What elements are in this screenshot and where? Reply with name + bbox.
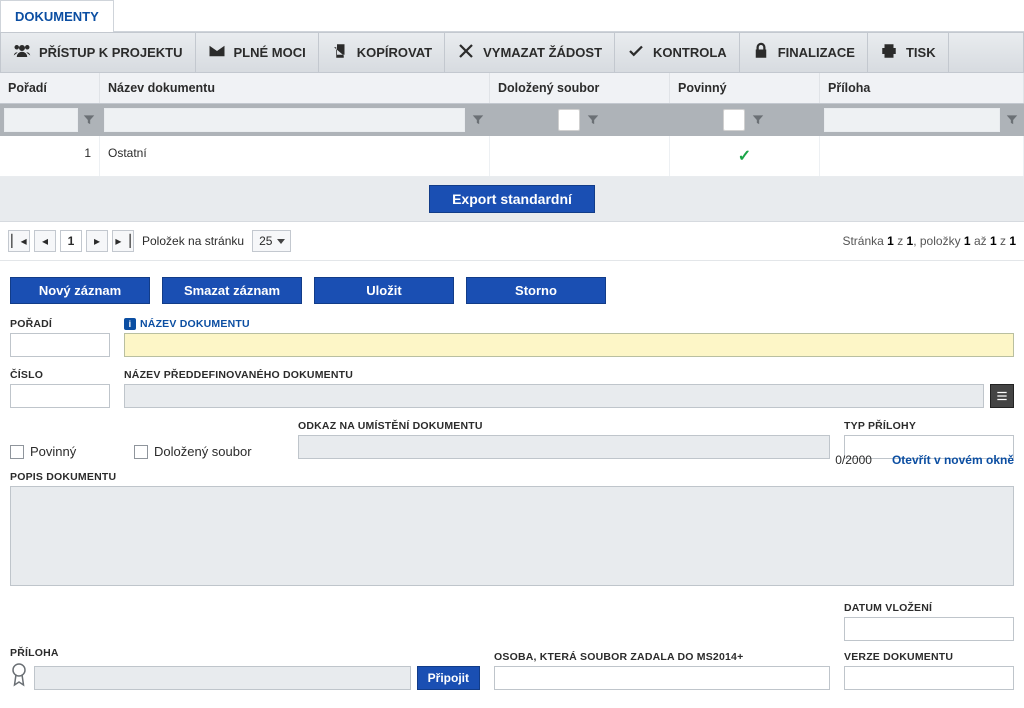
- label-popis: POPIS DOKUMENTU: [10, 471, 1014, 483]
- pager-next[interactable]: ▸: [86, 230, 108, 252]
- pager-last[interactable]: ▸▕: [112, 230, 134, 252]
- close-icon: [457, 42, 475, 63]
- lookup-button[interactable]: [990, 384, 1014, 408]
- pager-first[interactable]: ▏◂: [8, 230, 30, 252]
- col-header-nazev[interactable]: Název dokumentu: [100, 73, 490, 103]
- col-header-povinny[interactable]: Povinný: [670, 73, 820, 103]
- pager-summary: Stránka 1 z 1, položky 1 až 1 z 1: [842, 234, 1016, 248]
- input-odkaz[interactable]: [298, 435, 830, 459]
- filter-poradi[interactable]: [4, 108, 78, 132]
- label-verze: VERZE DOKUMENTU: [844, 651, 1014, 663]
- label-osoba: OSOBA, KTERÁ SOUBOR ZADALA DO MS2014+: [494, 651, 830, 663]
- check-icon: [627, 42, 645, 63]
- save-button[interactable]: Uložit: [314, 277, 454, 304]
- pager-page[interactable]: 1: [60, 230, 82, 252]
- pager: ▏◂ ◂ 1 ▸ ▸▕ Položek na stránku 25 Stránk…: [0, 222, 1024, 261]
- open-new-window-link[interactable]: Otevřít v novém okně: [892, 453, 1014, 467]
- input-priloha-file: [34, 666, 411, 690]
- toolbar-poa[interactable]: PLNÉ MOCI: [196, 33, 319, 72]
- table-row[interactable]: 1 Ostatní ✓: [0, 136, 1024, 177]
- per-page-label: Položek na stránku: [142, 234, 244, 248]
- col-header-priloha[interactable]: Příloha: [820, 73, 1024, 103]
- filter-icon[interactable]: [584, 108, 602, 132]
- filter-dolozeny-checkbox[interactable]: [558, 109, 580, 131]
- cell-poradi: 1: [0, 136, 100, 176]
- people-icon: [13, 42, 31, 63]
- toolbar-copy[interactable]: KOPÍROVAT: [319, 33, 445, 72]
- input-poradi[interactable]: [10, 333, 110, 357]
- label-cislo: ČÍSLO: [10, 369, 110, 381]
- cell-nazev: Ostatní: [100, 136, 490, 176]
- toolbar-finalize[interactable]: FINALIZACE: [740, 33, 868, 72]
- per-page-select[interactable]: 25: [252, 230, 291, 252]
- toolbar: PŘÍSTUP K PROJEKTU PLNÉ MOCI KOPÍROVAT V…: [0, 32, 1024, 73]
- label-nazev: iNÁZEV DOKUMENTU: [124, 318, 1014, 330]
- toolbar-check[interactable]: KONTROLA: [615, 33, 740, 72]
- label-poradi: POŘADÍ: [10, 318, 110, 330]
- check-icon: ✓: [678, 146, 811, 166]
- label-odkaz: ODKAZ NA UMÍSTĚNÍ DOKUMENTU: [298, 420, 830, 432]
- grid-header: Pořadí Název dokumentu Doložený soubor P…: [0, 73, 1024, 104]
- filter-icon[interactable]: [82, 108, 96, 132]
- filter-icon[interactable]: [469, 108, 486, 132]
- cell-povinny: ✓: [670, 136, 820, 176]
- input-cislo[interactable]: [10, 384, 110, 408]
- tab-documents[interactable]: DOKUMENTY: [0, 0, 114, 32]
- input-datum: [844, 617, 1014, 641]
- new-record-button[interactable]: Nový záznam: [10, 277, 150, 304]
- cancel-button[interactable]: Storno: [466, 277, 606, 304]
- action-row: Nový záznam Smazat záznam Uložit Storno: [0, 261, 1024, 312]
- info-icon: i: [124, 318, 136, 330]
- lock-icon: [752, 42, 770, 63]
- grid-body: 1 Ostatní ✓: [0, 136, 1024, 177]
- delete-record-button[interactable]: Smazat záznam: [162, 277, 302, 304]
- toolbar-access[interactable]: PŘÍSTUP K PROJEKTU: [1, 33, 196, 72]
- filter-icon[interactable]: [1004, 108, 1020, 132]
- toolbar-print[interactable]: TISK: [868, 33, 949, 72]
- filter-icon[interactable]: [749, 108, 767, 132]
- filter-nazev[interactable]: [104, 108, 465, 132]
- filter-priloha[interactable]: [824, 108, 1000, 132]
- label-predef: NÁZEV PŘEDDEFINOVANÉHO DOKUMENTU: [124, 369, 1014, 381]
- mail-icon: [208, 42, 226, 63]
- seal-icon: [10, 662, 28, 690]
- grid-footer: Export standardní: [0, 177, 1024, 222]
- label-priloha: PŘÍLOHA: [10, 647, 480, 659]
- input-nazev[interactable]: [124, 333, 1014, 357]
- input-verze: [844, 666, 1014, 690]
- char-counter: 0/2000: [835, 453, 872, 467]
- grid-filter-row: [0, 104, 1024, 136]
- input-predef: [124, 384, 984, 408]
- col-header-dolozeny[interactable]: Doložený soubor: [490, 73, 670, 103]
- label-datum: DATUM VLOŽENÍ: [844, 602, 1014, 614]
- checkbox-povinny[interactable]: Povinný: [10, 444, 120, 459]
- copy-icon: [331, 42, 349, 63]
- form: POŘADÍ iNÁZEV DOKUMENTU ČÍSLO NÁZEV PŘED…: [0, 312, 1024, 708]
- cell-dolozeny: [490, 136, 670, 176]
- attach-button[interactable]: Připojit: [417, 666, 480, 690]
- filter-povinny-checkbox[interactable]: [723, 109, 745, 131]
- export-button[interactable]: Export standardní: [429, 185, 595, 213]
- cell-priloha: [820, 136, 1024, 176]
- tab-bar: DOKUMENTY: [0, 0, 1024, 32]
- checkbox-dolozeny[interactable]: Doložený soubor: [134, 444, 284, 459]
- label-typ: TYP PŘÍLOHY: [844, 420, 1014, 432]
- toolbar-delete[interactable]: VYMAZAT ŽÁDOST: [445, 33, 615, 72]
- print-icon: [880, 42, 898, 63]
- textarea-popis[interactable]: [10, 486, 1014, 586]
- pager-prev[interactable]: ◂: [34, 230, 56, 252]
- input-osoba: [494, 666, 830, 690]
- col-header-poradi[interactable]: Pořadí: [0, 73, 100, 103]
